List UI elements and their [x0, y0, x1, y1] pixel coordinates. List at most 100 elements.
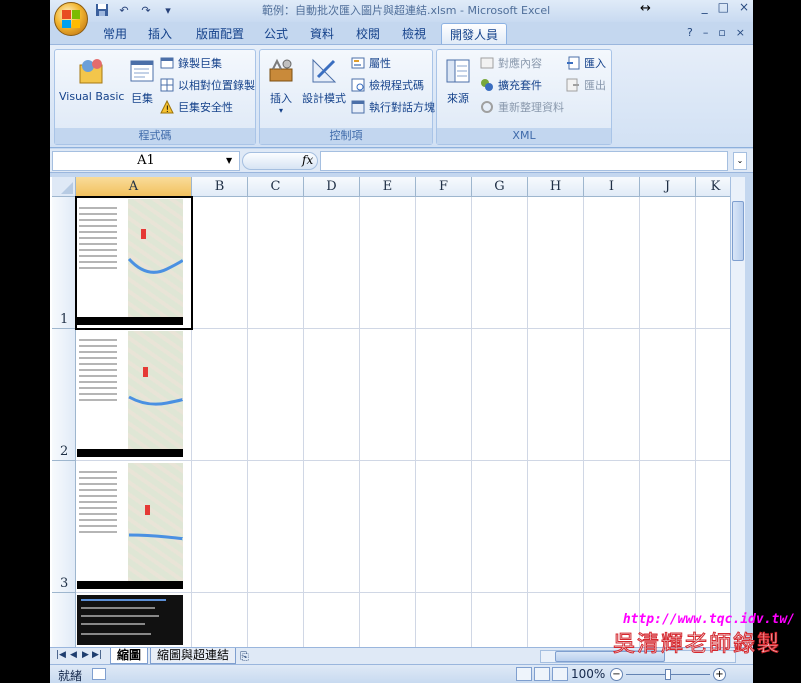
- relative-reference-button[interactable]: 以相對位置錄製: [159, 77, 255, 93]
- group-xml: 來源 對應內容 擴充套件 重新整理資料 匯入 匯出 XML: [436, 49, 612, 145]
- column-header-A[interactable]: A: [76, 177, 192, 197]
- first-sheet-icon[interactable]: |◀: [56, 650, 66, 660]
- map-properties-icon: [479, 55, 495, 71]
- tab-formulas[interactable]: 公式: [264, 25, 288, 42]
- expansion-packs-icon: [479, 77, 495, 93]
- zoom-level[interactable]: 100%: [571, 667, 605, 681]
- formula-input[interactable]: [320, 151, 728, 171]
- next-sheet-icon[interactable]: ▶: [82, 650, 89, 660]
- xml-export-button[interactable]: 匯出: [565, 77, 606, 93]
- tab-view[interactable]: 檢視: [402, 25, 426, 42]
- selected-cell-A1[interactable]: [75, 196, 193, 330]
- visual-basic-button[interactable]: Visual Basic: [59, 56, 124, 103]
- export-icon: [565, 77, 581, 93]
- maximize-button[interactable]: □: [718, 0, 729, 14]
- macro-security-button[interactable]: ! 巨集安全性: [159, 99, 233, 115]
- undo-icon[interactable]: ↶: [116, 2, 132, 18]
- zoom-out-icon[interactable]: −: [610, 668, 623, 681]
- tab-developer[interactable]: 開發人員: [441, 23, 508, 45]
- window-title: 範例：自動批次匯入圖片與超連結.xlsm - Microsoft Excel: [262, 4, 551, 17]
- insert-sheet-icon[interactable]: ⎘: [240, 650, 249, 664]
- name-box[interactable]: A1: [52, 151, 240, 171]
- select-all-corner[interactable]: [52, 177, 76, 197]
- group-controls: 插入 ▾ 設計模式 屬性 檢視程式碼 執行對話方塊 控制項: [259, 49, 435, 145]
- normal-view-icon[interactable]: [516, 667, 532, 681]
- xml-source-button[interactable]: 來源: [443, 56, 473, 106]
- refresh-data-button[interactable]: 重新整理資料: [479, 99, 564, 115]
- minimize-button[interactable]: _: [702, 0, 708, 14]
- sheet-tab-thumbnails-links[interactable]: 縮圖與超連結: [150, 648, 237, 664]
- customize-qat-icon[interactable]: ▾: [160, 2, 176, 18]
- column-header-I[interactable]: I: [584, 177, 640, 197]
- sheet-tab-thumbnails[interactable]: 縮圖: [110, 648, 149, 664]
- tab-insert[interactable]: 插入: [148, 25, 172, 42]
- zoom-slider-knob[interactable]: [665, 669, 671, 680]
- column-header-C[interactable]: C: [248, 177, 304, 197]
- vertical-scrollbar[interactable]: [730, 177, 745, 647]
- quick-access-toolbar: ↶ ↷ ▾: [94, 2, 176, 18]
- run-dialog-button[interactable]: 執行對話方塊: [350, 99, 435, 115]
- properties-button[interactable]: 屬性: [350, 55, 391, 71]
- column-header-G[interactable]: G: [472, 177, 528, 197]
- resize-cursor-icon: ↔: [640, 1, 651, 16]
- last-sheet-icon[interactable]: ▶|: [92, 650, 102, 660]
- record-macro-button[interactable]: 錄製巨集: [159, 55, 222, 71]
- column-header-H[interactable]: H: [528, 177, 584, 197]
- workbook-close-icon[interactable]: ×: [736, 26, 745, 39]
- gridline: [76, 460, 730, 461]
- name-box-dropdown-icon[interactable]: ▼: [226, 156, 232, 165]
- ribbon-tabs: 常用 插入 版面配置 公式 資料 校閱 檢視 開發人員 ? – ▫ ×: [50, 22, 753, 45]
- vertical-scroll-thumb[interactable]: [732, 201, 744, 261]
- tab-home[interactable]: 常用: [103, 25, 127, 42]
- record-macro-icon: [159, 55, 175, 71]
- row-header-1[interactable]: 1: [52, 197, 76, 329]
- column-header-K[interactable]: K: [696, 177, 730, 197]
- thumbnail-image[interactable]: [77, 463, 183, 589]
- ribbon-developer: Visual Basic 巨集 錄製巨集 以相對位置錄製 ! 巨集安全性 程式碼: [50, 44, 753, 148]
- expansion-packs-button[interactable]: 擴充套件: [479, 77, 542, 93]
- view-code-icon: [350, 77, 366, 93]
- view-buttons: [516, 667, 568, 681]
- title-bar: ↶ ↷ ▾ 範例：自動批次匯入圖片與超連結.xlsm - Microsoft E…: [50, 0, 753, 22]
- column-header-D[interactable]: D: [304, 177, 360, 197]
- excel-window: ↶ ↷ ▾ 範例：自動批次匯入圖片與超連結.xlsm - Microsoft E…: [50, 0, 753, 683]
- redo-icon[interactable]: ↷: [138, 2, 154, 18]
- macro-recording-icon[interactable]: [92, 668, 106, 680]
- column-header-F[interactable]: F: [416, 177, 472, 197]
- page-break-view-icon[interactable]: [552, 667, 568, 681]
- status-ready: 就緒: [58, 669, 83, 683]
- formula-bar: A1 ▼ fx ⌄: [50, 149, 753, 173]
- worksheet-grid[interactable]: ABCDEFGHIJK 123: [50, 177, 730, 647]
- insert-function-button[interactable]: fx: [302, 153, 313, 167]
- office-button[interactable]: [54, 2, 88, 36]
- save-icon[interactable]: [94, 2, 110, 18]
- map-properties-button[interactable]: 對應內容: [479, 55, 542, 71]
- insert-control-button[interactable]: 插入 ▾: [266, 56, 296, 115]
- tab-review[interactable]: 校閱: [356, 25, 380, 42]
- workbook-restore-icon[interactable]: ▫: [718, 26, 725, 39]
- column-header-B[interactable]: B: [192, 177, 248, 197]
- workbook-minimize-icon[interactable]: –: [703, 26, 709, 39]
- tab-page-layout[interactable]: 版面配置: [196, 25, 244, 42]
- row-header-4[interactable]: [52, 593, 76, 647]
- tab-data[interactable]: 資料: [310, 25, 334, 42]
- gridline: [359, 197, 360, 647]
- thumbnail-image[interactable]: [77, 331, 183, 457]
- view-code-button[interactable]: 檢視程式碼: [350, 77, 424, 93]
- xml-import-button[interactable]: 匯入: [565, 55, 606, 71]
- page-layout-view-icon[interactable]: [534, 667, 550, 681]
- help-icon[interactable]: ?: [687, 26, 693, 39]
- column-header-J[interactable]: J: [640, 177, 696, 197]
- expand-formula-bar-icon[interactable]: ⌄: [733, 152, 747, 170]
- window-controls: _ □ ×: [702, 0, 749, 14]
- close-button[interactable]: ×: [739, 0, 749, 14]
- row-header-2[interactable]: 2: [52, 329, 76, 461]
- macros-button[interactable]: 巨集: [127, 56, 157, 106]
- zoom-in-icon[interactable]: +: [713, 668, 726, 681]
- prev-sheet-icon[interactable]: ◀: [70, 650, 77, 660]
- import-icon: [565, 55, 581, 71]
- thumbnail-image[interactable]: [77, 595, 183, 645]
- column-header-E[interactable]: E: [360, 177, 416, 197]
- design-mode-button[interactable]: 設計模式: [302, 56, 346, 106]
- row-header-3[interactable]: 3: [52, 461, 76, 593]
